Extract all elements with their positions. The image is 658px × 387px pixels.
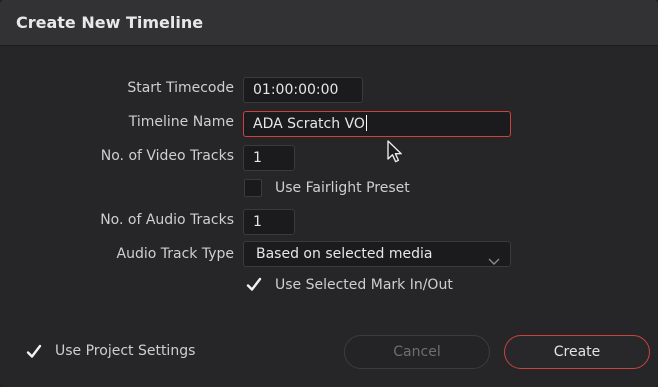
timeline-name-field[interactable]: ADA Scratch VO — [243, 111, 511, 137]
mark-in-out-checkbox[interactable] — [244, 275, 262, 293]
create-new-timeline-dialog: Create New Timeline Start Timecode 01:00… — [0, 0, 658, 387]
create-button[interactable]: Create — [504, 335, 650, 369]
video-tracks-value: 1 — [253, 150, 262, 166]
fairlight-preset-checkbox[interactable] — [244, 179, 262, 197]
mark-in-out-label: Use Selected Mark In/Out — [275, 277, 453, 293]
project-settings-checkbox[interactable] — [24, 342, 42, 360]
video-tracks-label: No. of Video Tracks — [100, 148, 234, 164]
audio-tracks-value: 1 — [253, 214, 262, 230]
start-timecode-label: Start Timecode — [127, 80, 234, 96]
timeline-name-value: ADA Scratch VO — [253, 116, 365, 132]
chevron-down-icon — [488, 250, 500, 274]
fairlight-preset-label: Use Fairlight Preset — [275, 180, 410, 196]
video-tracks-field[interactable]: 1 — [243, 145, 295, 171]
dialog-title: Create New Timeline — [16, 13, 204, 32]
cancel-button[interactable]: Cancel — [344, 335, 490, 369]
dialog-titlebar: Create New Timeline — [0, 0, 658, 46]
check-icon — [26, 344, 42, 358]
audio-tracks-label: No. of Audio Tracks — [100, 212, 234, 228]
start-timecode-field[interactable]: 01:00:00:00 — [243, 77, 363, 103]
mouse-pointer-icon — [386, 140, 404, 168]
project-settings-label: Use Project Settings — [55, 343, 196, 359]
audio-track-type-label: Audio Track Type — [116, 246, 234, 262]
text-caret — [365, 115, 367, 131]
start-timecode-value: 01:00:00:00 — [253, 82, 339, 98]
audio-tracks-field[interactable]: 1 — [243, 209, 295, 235]
audio-track-type-select[interactable]: Based on selected media — [243, 241, 511, 267]
timeline-name-label: Timeline Name — [128, 114, 234, 130]
check-icon — [246, 277, 262, 291]
audio-track-type-value: Based on selected media — [256, 246, 433, 262]
